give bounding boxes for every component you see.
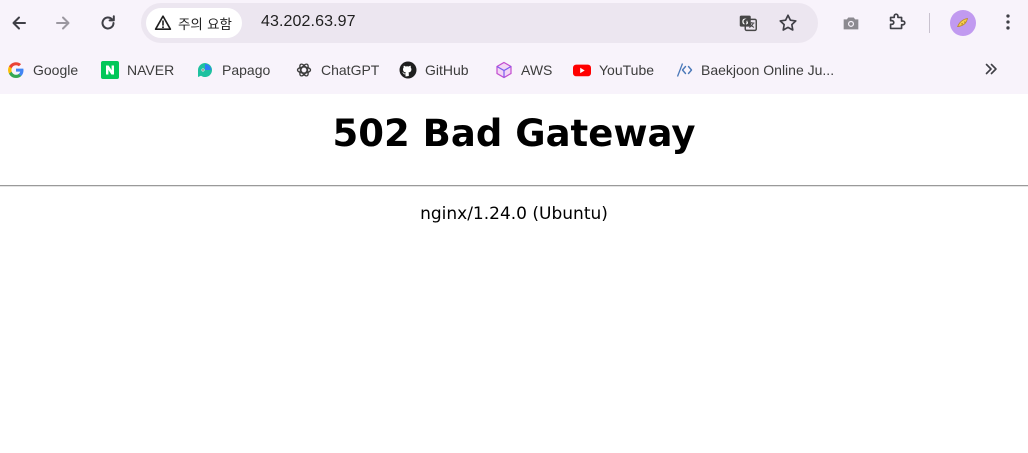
- bookmark-youtube[interactable]: YouTube: [573, 59, 654, 81]
- browser-toolbar: 주의 요함 43.202.63.97 G: [0, 0, 1028, 46]
- more-bookmarks-button[interactable]: [980, 58, 1002, 80]
- security-chip-label: 주의 요함: [178, 17, 232, 33]
- forward-arrow-icon: [56, 16, 70, 30]
- double-chevron-right-icon: [985, 63, 997, 75]
- bookmark-label: Baekjoon Online Ju...: [701, 62, 835, 78]
- bookmark-aws[interactable]: AWS: [495, 59, 552, 81]
- bookmark-naver[interactable]: NAVER: [101, 59, 174, 81]
- page-content: 502 Bad Gateway nginx/1.24.0 (Ubuntu): [0, 94, 1028, 453]
- back-arrow-icon: [12, 16, 26, 30]
- bookmark-chatgpt[interactable]: ChatGPT: [295, 59, 379, 81]
- github-icon: [399, 61, 417, 79]
- toolbar-separator: [929, 13, 930, 33]
- screenshot-icon[interactable]: [837, 9, 865, 37]
- back-button[interactable]: [3, 7, 35, 39]
- bookmarks-bar: Google NAVER Papago ChatGPT GitHub AWS Y…: [0, 46, 1028, 94]
- menu-icon[interactable]: [994, 8, 1022, 36]
- page-title: 502 Bad Gateway: [332, 112, 696, 155]
- url-text[interactable]: 43.202.63.97: [261, 13, 356, 31]
- translate-icon[interactable]: G: [734, 9, 762, 37]
- chatgpt-icon: [295, 61, 313, 79]
- bookmark-label: Papago: [222, 62, 271, 78]
- code-icon: [675, 61, 693, 79]
- address-bar[interactable]: 주의 요함 43.202.63.97 G: [141, 3, 818, 43]
- forward-button[interactable]: [47, 7, 79, 39]
- youtube-icon: [573, 61, 591, 79]
- bookmark-baekjoon[interactable]: Baekjoon Online Ju...: [675, 59, 834, 81]
- avatar[interactable]: [950, 10, 976, 36]
- papago-icon: [196, 61, 214, 79]
- aws-icon: [495, 61, 513, 79]
- star-icon[interactable]: [774, 9, 802, 37]
- bookmark-label: AWS: [521, 62, 553, 78]
- divider: [0, 185, 1028, 187]
- reload-button[interactable]: [92, 7, 124, 39]
- google-icon: [7, 61, 25, 79]
- reload-icon: [101, 15, 115, 30]
- extensions-icon[interactable]: [883, 8, 911, 36]
- bookmark-label: Google: [33, 62, 79, 78]
- bookmark-label: GitHub: [425, 62, 469, 78]
- bookmark-label: YouTube: [599, 62, 655, 78]
- bookmark-google[interactable]: Google: [7, 59, 78, 81]
- bookmark-github[interactable]: GitHub: [399, 59, 469, 81]
- security-chip[interactable]: 주의 요함: [146, 8, 242, 38]
- bookmark-label: ChatGPT: [321, 62, 380, 78]
- warning-triangle-icon: [154, 15, 172, 30]
- naver-icon: [101, 61, 119, 79]
- server-info: nginx/1.24.0 (Ubuntu): [420, 204, 608, 224]
- bookmark-label: NAVER: [127, 62, 175, 78]
- bookmark-papago[interactable]: Papago: [196, 59, 270, 81]
